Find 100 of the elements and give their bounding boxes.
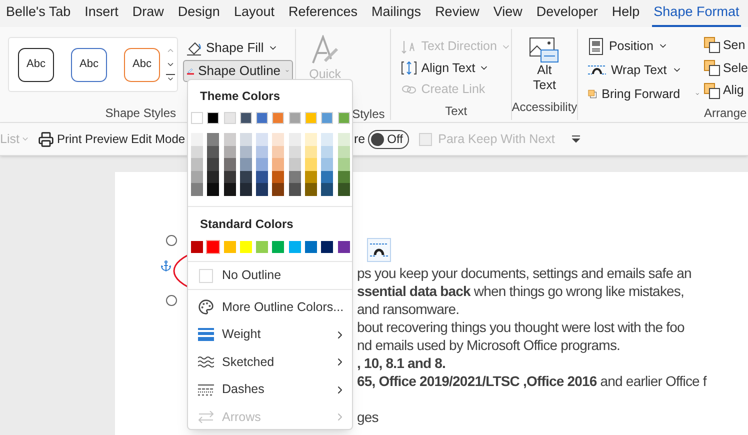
color-swatch[interactable] bbox=[272, 112, 284, 124]
color-swatch[interactable] bbox=[321, 170, 334, 184]
color-swatch[interactable] bbox=[272, 170, 284, 184]
arrange-option-button[interactable]: Bring Forward bbox=[588, 82, 700, 106]
color-swatch[interactable] bbox=[338, 183, 350, 196]
color-swatch[interactable] bbox=[224, 170, 236, 184]
color-swatch[interactable] bbox=[191, 170, 203, 184]
ribbon-tab[interactable]: Review bbox=[433, 0, 482, 27]
color-swatch[interactable] bbox=[207, 112, 220, 124]
color-swatch[interactable] bbox=[321, 183, 334, 196]
color-swatch[interactable] bbox=[191, 133, 203, 146]
color-swatch[interactable] bbox=[224, 240, 236, 253]
color-swatch[interactable] bbox=[256, 240, 268, 253]
color-swatch[interactable] bbox=[338, 170, 350, 184]
color-swatch[interactable] bbox=[207, 240, 220, 253]
ribbon-tab[interactable]: Insert bbox=[82, 0, 120, 27]
arrange-option-button[interactable]: Sele bbox=[704, 56, 748, 80]
color-swatch[interactable] bbox=[224, 158, 236, 171]
color-swatch[interactable] bbox=[305, 133, 318, 146]
menu-item[interactable]: No Outline bbox=[188, 262, 352, 290]
arrange-option-button[interactable]: Sen bbox=[704, 34, 748, 57]
resize-handle[interactable] bbox=[166, 295, 177, 306]
shape-fill-button[interactable]: Shape Fill bbox=[183, 38, 296, 58]
color-swatch[interactable] bbox=[305, 112, 318, 124]
customize-toolbar-icon[interactable] bbox=[570, 135, 581, 143]
color-swatch[interactable] bbox=[256, 170, 268, 184]
color-swatch[interactable] bbox=[288, 112, 301, 124]
color-swatch[interactable] bbox=[288, 170, 301, 184]
color-swatch[interactable] bbox=[305, 146, 318, 158]
color-swatch[interactable] bbox=[305, 240, 318, 253]
color-swatch[interactable] bbox=[240, 240, 252, 253]
color-swatch[interactable] bbox=[191, 158, 203, 171]
color-swatch[interactable] bbox=[305, 183, 318, 196]
color-swatch[interactable] bbox=[272, 158, 284, 171]
color-swatch[interactable] bbox=[338, 112, 350, 124]
color-swatch[interactable] bbox=[207, 146, 220, 158]
color-swatch[interactable] bbox=[256, 112, 268, 124]
menu-item[interactable]: Sketched bbox=[188, 348, 352, 376]
color-swatch[interactable] bbox=[207, 133, 220, 146]
color-swatch[interactable] bbox=[305, 170, 318, 184]
print-preview-button[interactable]: Print Preview Edit Mode bbox=[38, 130, 186, 148]
color-swatch[interactable] bbox=[207, 183, 220, 196]
color-swatch[interactable] bbox=[272, 133, 284, 146]
color-swatch[interactable] bbox=[321, 146, 334, 158]
ribbon-tab[interactable]: Layout bbox=[232, 0, 276, 27]
color-swatch[interactable] bbox=[338, 158, 350, 171]
color-swatch[interactable] bbox=[256, 158, 268, 171]
color-swatch[interactable] bbox=[288, 240, 301, 253]
color-swatch[interactable] bbox=[272, 183, 284, 196]
color-swatch[interactable] bbox=[256, 133, 268, 146]
color-swatch[interactable] bbox=[288, 133, 301, 146]
color-swatch[interactable] bbox=[191, 183, 203, 196]
color-swatch[interactable] bbox=[288, 146, 301, 158]
color-swatch[interactable] bbox=[240, 170, 252, 184]
shape-style-preset[interactable]: Abc bbox=[71, 48, 107, 82]
alt-text-button[interactable]: Alt Text bbox=[528, 63, 560, 93]
shape-style-preset[interactable]: Abc bbox=[124, 48, 160, 82]
color-swatch[interactable] bbox=[321, 112, 334, 124]
color-swatch[interactable] bbox=[288, 183, 301, 196]
layout-options-icon[interactable] bbox=[367, 238, 391, 262]
ribbon-tab[interactable]: Help bbox=[610, 0, 642, 27]
color-swatch[interactable] bbox=[224, 183, 236, 196]
color-swatch[interactable] bbox=[240, 133, 252, 146]
color-swatch[interactable] bbox=[256, 183, 268, 196]
color-swatch[interactable] bbox=[256, 146, 268, 158]
color-swatch[interactable] bbox=[224, 133, 236, 146]
shape-style-preset[interactable]: Abc bbox=[18, 48, 54, 82]
ribbon-tab[interactable]: Draw bbox=[130, 0, 166, 27]
color-swatch[interactable] bbox=[240, 158, 252, 171]
color-swatch[interactable] bbox=[191, 240, 203, 253]
scroll-up-icon[interactable] bbox=[166, 46, 174, 55]
color-swatch[interactable] bbox=[240, 183, 252, 196]
color-swatch[interactable] bbox=[288, 158, 301, 171]
arrange-option-button[interactable]: Wrap Text bbox=[588, 58, 700, 82]
color-swatch[interactable] bbox=[224, 146, 236, 158]
ribbon-tab[interactable]: View bbox=[491, 0, 524, 27]
color-swatch[interactable] bbox=[321, 158, 334, 171]
resize-handle[interactable] bbox=[166, 235, 177, 246]
scroll-down-icon[interactable] bbox=[166, 60, 174, 69]
arrange-option-button[interactable]: Alig bbox=[704, 79, 748, 102]
color-swatch[interactable] bbox=[240, 146, 252, 158]
menu-item[interactable]: Weight bbox=[188, 320, 352, 348]
color-swatch[interactable] bbox=[272, 146, 284, 158]
ribbon-tab[interactable]: References bbox=[286, 0, 360, 27]
arrange-option-button[interactable]: Position bbox=[588, 34, 700, 58]
color-swatch[interactable] bbox=[207, 170, 220, 184]
ribbon-tab[interactable]: Mailings bbox=[370, 0, 424, 27]
color-swatch[interactable] bbox=[207, 158, 220, 171]
ribbon-tab[interactable]: Belle's Tab bbox=[4, 0, 73, 27]
color-swatch[interactable] bbox=[321, 133, 334, 146]
color-swatch[interactable] bbox=[305, 158, 318, 171]
ribbon-tab[interactable]: Developer bbox=[534, 0, 600, 27]
more-styles-icon[interactable] bbox=[166, 74, 174, 83]
color-swatch[interactable] bbox=[338, 146, 350, 158]
color-swatch[interactable] bbox=[191, 146, 203, 158]
color-swatch[interactable] bbox=[338, 240, 350, 253]
menu-item[interactable]: Dashes bbox=[188, 376, 352, 404]
color-swatch[interactable] bbox=[191, 112, 203, 124]
color-swatch[interactable] bbox=[240, 112, 252, 124]
color-swatch[interactable] bbox=[338, 133, 350, 146]
